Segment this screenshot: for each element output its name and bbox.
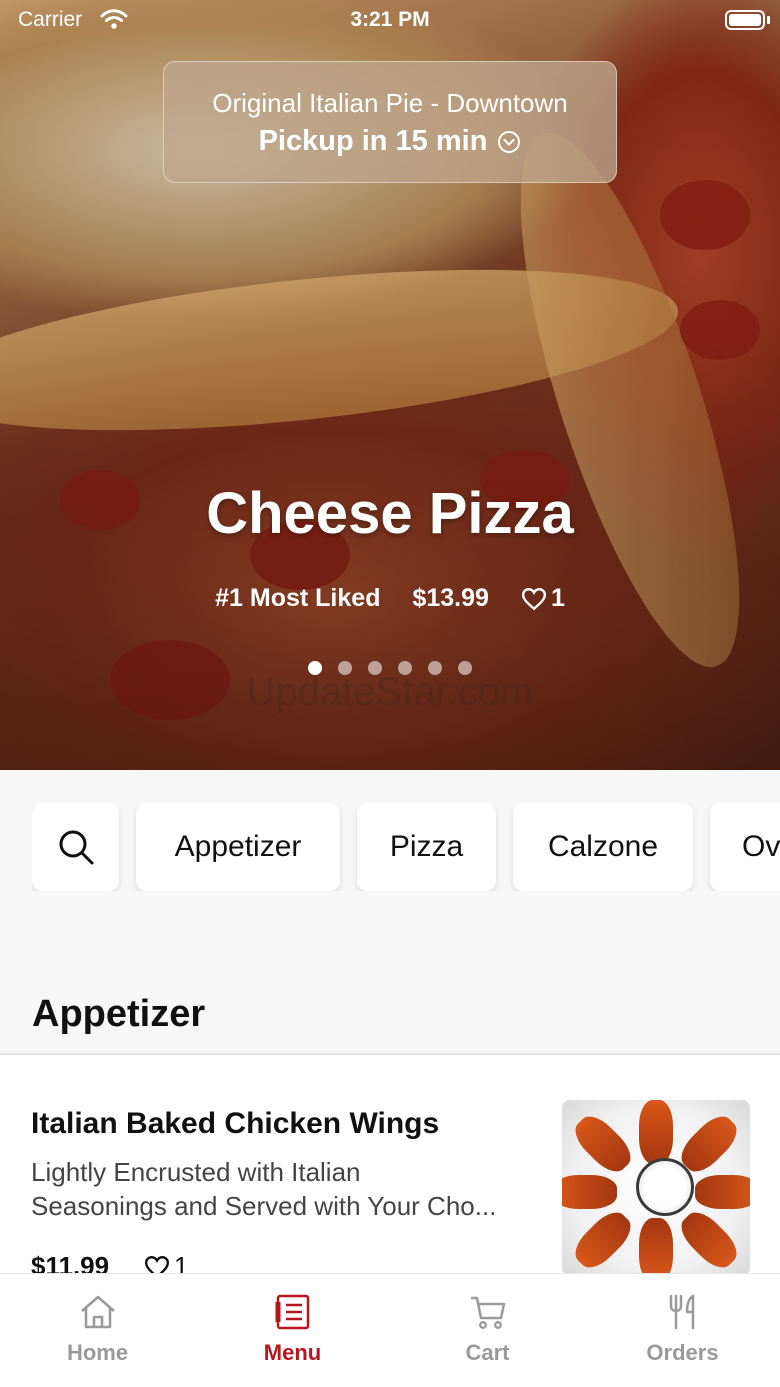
tab-orders-label: Orders	[646, 1340, 719, 1365]
section-title: Appetizer	[32, 993, 206, 1035]
category-chip-overflow[interactable]: Ov	[710, 803, 780, 891]
cart-icon	[470, 1296, 505, 1329]
featured-item-title: Cheese Pizza	[206, 481, 574, 546]
battery-icon	[725, 10, 765, 30]
pickup-location-selector[interactable]: Original Italian Pie - Downtown Pickup i…	[163, 61, 617, 183]
fork-knife-icon	[669, 1294, 694, 1330]
featured-likes-count: 1	[550, 584, 565, 612]
carousel-dot[interactable]	[338, 661, 352, 675]
menu-item-description-line: Lightly Encrusted with Italian	[31, 1157, 361, 1187]
featured-price: $13.99	[412, 584, 489, 612]
tab-cart-label: Cart	[465, 1340, 510, 1365]
chicken-wing-decoration	[568, 1109, 638, 1179]
tab-menu[interactable]: Menu	[195, 1274, 390, 1387]
carousel-dot[interactable]	[308, 661, 322, 675]
pickup-row: Pickup in 15 min	[164, 125, 616, 158]
status-bar: Carrier 3:21 PM	[0, 0, 780, 40]
pickup-time: Pickup in 15 min	[258, 125, 488, 157]
menu-item-image[interactable]	[562, 1100, 750, 1276]
dipping-sauce-decoration	[636, 1158, 694, 1216]
chicken-wing-decoration	[695, 1175, 750, 1209]
tab-cart[interactable]: Cart	[390, 1274, 585, 1387]
bottom-tab-bar: Home Menu Cart Orders	[0, 1273, 780, 1387]
menu-item-description: Lightly Encrusted with Italian Seasoning…	[31, 1155, 541, 1223]
category-chip-pizza[interactable]: Pizza	[357, 803, 496, 891]
tab-home-label: Home	[66, 1340, 129, 1365]
chicken-wing-decoration	[568, 1205, 638, 1275]
featured-item-meta: #1 Most Liked $13.99 1	[0, 584, 780, 613]
chicken-wing-decoration	[639, 1100, 673, 1164]
chicken-wing-decoration	[562, 1175, 617, 1209]
chicken-wing-decoration	[639, 1218, 673, 1276]
category-chip-calzone[interactable]: Calzone	[513, 803, 693, 891]
tab-menu-label: Menu	[263, 1340, 322, 1365]
chevron-down-circle-icon	[498, 130, 521, 153]
carousel-dot[interactable]	[458, 661, 472, 675]
featured-rank: #1 Most Liked	[215, 584, 381, 612]
watermark: UpdateStar.com	[246, 670, 534, 714]
tab-orders[interactable]: Orders	[585, 1274, 780, 1387]
menu-item-description-line: Seasonings and Served with Your Cho...	[31, 1191, 497, 1221]
store-name: Original Italian Pie - Downtown	[212, 88, 568, 118]
menu-icon	[275, 1294, 309, 1330]
featured-likes[interactable]: 1	[521, 584, 565, 613]
category-chip-appetizer[interactable]: Appetizer	[136, 803, 340, 891]
status-time: 3:21 PM	[350, 8, 430, 31]
menu-item-name: Italian Baked Chicken Wings	[31, 1107, 440, 1140]
search-button[interactable]	[32, 803, 119, 891]
carousel-page-indicator[interactable]	[0, 661, 780, 675]
heart-icon	[521, 587, 546, 610]
chicken-wing-decoration	[674, 1205, 744, 1275]
tab-home[interactable]: Home	[0, 1274, 195, 1387]
carousel-dot[interactable]	[368, 661, 382, 675]
category-chip-row[interactable]: Appetizer Pizza Calzone Ov	[32, 803, 780, 891]
carousel-dot[interactable]	[428, 661, 442, 675]
home-icon	[80, 1295, 115, 1329]
search-icon	[59, 830, 93, 865]
battery-cap	[767, 16, 770, 24]
carousel-dot[interactable]	[398, 661, 412, 675]
